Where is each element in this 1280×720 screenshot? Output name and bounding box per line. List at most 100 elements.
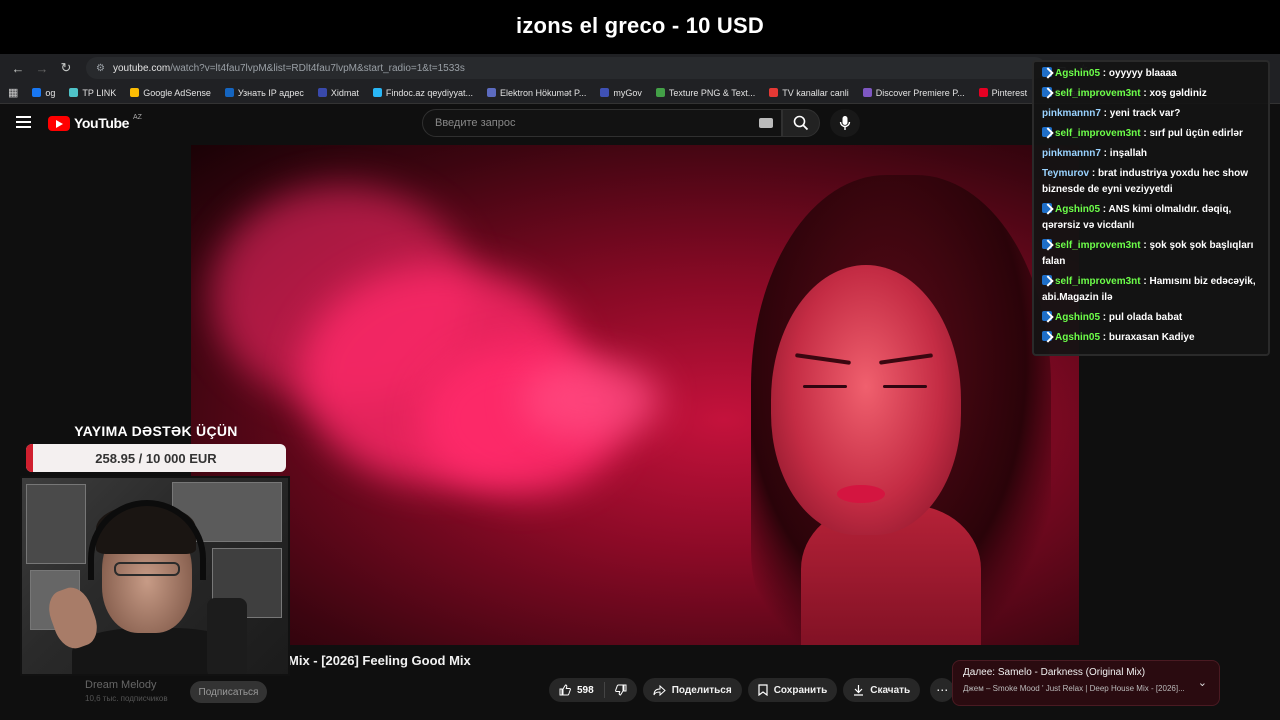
bookmark-label: Elektron Hökumət P... — [499, 87, 587, 98]
chat-separator: : — [1100, 108, 1110, 119]
chat-message: pinkmannn7 : inşallah — [1042, 146, 1260, 162]
bookmark-label: Xidmat — [330, 87, 359, 98]
bookmark-item[interactable]: Xidmat — [317, 87, 359, 98]
region-code: AZ — [133, 113, 142, 121]
chat-username: Agshin05 — [1055, 204, 1101, 215]
verified-badge-icon — [1042, 275, 1052, 285]
keyboard-icon[interactable] — [759, 118, 773, 128]
bookmark-favicon-icon — [978, 88, 988, 97]
site-info-icon[interactable]: ⚙ — [96, 63, 105, 74]
bookmark-favicon-icon — [655, 88, 665, 97]
bookmark-label: Google AdSense — [143, 87, 211, 98]
bookmark-favicon-icon — [130, 88, 140, 97]
bookmark-label: myGov — [613, 87, 642, 98]
chat-separator: : — [1100, 148, 1110, 159]
bookmark-item[interactable]: Узнать IP адрес — [224, 87, 304, 98]
webcam-overlay — [20, 476, 290, 676]
reload-icon[interactable]: ↻ — [54, 56, 78, 80]
bookmark-item[interactable]: TV kanallar canli — [769, 88, 849, 98]
donation-heading: YAYIMA DƏSTƏK ÜÇÜN — [74, 423, 238, 439]
channel-name[interactable]: Dream Melody — [85, 679, 157, 691]
search-placeholder: Введите запрос — [435, 117, 516, 129]
verified-badge-icon — [1042, 239, 1052, 249]
chat-separator: : — [1089, 168, 1098, 179]
bookmark-favicon-icon — [69, 88, 79, 97]
menu-icon[interactable] — [16, 116, 31, 128]
youtube-wordmark: YouTube — [74, 115, 130, 131]
download-button[interactable]: Скачать — [843, 678, 921, 702]
bookmark-favicon-icon — [224, 88, 234, 97]
donation-progress-text: 258.95 / 10 000 EUR — [95, 450, 217, 466]
bookmark-item[interactable]: Elektron Hökumət P... — [486, 87, 587, 98]
more-actions-icon[interactable]: ⋯ — [930, 678, 955, 702]
bookmark-item[interactable]: Pinterest — [978, 88, 1027, 98]
voice-search-button[interactable] — [830, 109, 860, 137]
bookmark-favicon-icon — [32, 88, 42, 97]
bookmark-item[interactable]: Findoc.az qeydiyyat... — [372, 87, 473, 98]
video-title: Mix - [2026] Feeling Good Mix — [288, 653, 471, 668]
chat-separator: : — [1100, 312, 1109, 323]
chat-message: Agshin05 : buraxasan Kadiye — [1042, 330, 1260, 346]
bookmark-label: Findoc.az qeydiyyat... — [385, 87, 473, 98]
chat-message: self_improvem3nt : xoş gəldiniz — [1042, 86, 1260, 102]
bookmark-item[interactable]: TP LINK — [69, 88, 116, 98]
chat-username: Agshin05 — [1055, 312, 1101, 323]
search-icon — [793, 115, 809, 131]
chat-username: pinkmannn7 — [1042, 108, 1101, 119]
chat-message: Agshin05 : pul olada babat — [1042, 310, 1260, 326]
apps-grid-icon[interactable]: ▦ — [8, 86, 18, 99]
bookmark-label: Discover Premiere P... — [875, 87, 965, 98]
bookmark-item[interactable]: Discover Premiere P... — [862, 87, 965, 98]
search-input[interactable]: Введите запрос — [422, 109, 782, 137]
download-icon — [854, 685, 864, 696]
chat-message: self_improvem3nt : sırf pul üçün edirlər — [1042, 126, 1260, 142]
chat-username: Teymurov — [1042, 168, 1090, 179]
chat-text: pul olada babat — [1108, 312, 1183, 323]
back-arrow-icon[interactable]: ← — [6, 56, 30, 80]
bookmark-favicon-icon — [769, 88, 779, 97]
verified-badge-icon — [1042, 127, 1052, 137]
microphone-shape — [207, 598, 247, 674]
microphone-icon — [839, 116, 851, 130]
video-player[interactable] — [191, 145, 1079, 645]
up-next-card[interactable]: Далее: Samelo - Darkness (Original Mix) … — [952, 660, 1220, 706]
bookmark-item[interactable]: myGov — [600, 88, 642, 98]
chat-separator: : — [1100, 68, 1109, 79]
like-dislike-group: 598 — [549, 678, 637, 702]
chevron-down-icon[interactable]: ⌄ — [1198, 676, 1207, 689]
like-button[interactable]: 598 — [549, 678, 604, 702]
verified-badge-icon — [1042, 331, 1052, 341]
bookmark-item[interactable]: Texture PNG & Text... — [655, 88, 755, 98]
chat-username: self_improvem3nt — [1055, 240, 1141, 251]
youtube-logo[interactable]: YouTube AZ — [48, 113, 142, 131]
dislike-button[interactable] — [605, 678, 637, 702]
share-label: Поделиться — [671, 684, 732, 696]
up-next-playlist: Джем – Smoke Mood ' Just Relax | Deep Ho… — [963, 684, 1185, 693]
download-label: Скачать — [870, 684, 911, 696]
eye-shape — [883, 385, 927, 388]
bookmark-item[interactable]: og — [32, 88, 55, 98]
bookmark-favicon-icon — [600, 88, 610, 97]
search-button[interactable] — [782, 109, 820, 137]
chat-username: self_improvem3nt — [1055, 88, 1141, 99]
channel-subscribers: 10,6 тыс. подписчиков — [85, 694, 168, 703]
bookmark-item[interactable]: Google AdSense — [130, 88, 211, 98]
verified-badge-icon — [1042, 67, 1052, 77]
thumbs-up-icon — [559, 684, 571, 696]
share-button[interactable]: Поделиться — [642, 678, 742, 702]
bookmark-label: Узнать IP адрес — [237, 87, 304, 98]
verified-badge-icon — [1042, 87, 1052, 97]
forward-arrow-icon[interactable]: → — [30, 56, 54, 80]
glasses-shape — [114, 562, 180, 576]
up-next-title: Далее: Samelo - Darkness (Original Mix) — [963, 667, 1146, 678]
chat-message: self_improvem3nt : Hamısını biz edəcəyik… — [1042, 274, 1260, 306]
lips-shape — [837, 485, 885, 503]
url-field[interactable]: ⚙ youtube.com/watch?v=lt4fau7lvpM&list=R… — [86, 57, 1046, 79]
save-button[interactable]: Сохранить — [747, 678, 838, 702]
chat-username: self_improvem3nt — [1055, 276, 1141, 287]
chat-username: Agshin05 — [1055, 68, 1101, 79]
chat-message: Teymurov : brat industriya yoxdu hec sho… — [1042, 166, 1260, 198]
subscribe-button[interactable]: Подписаться — [190, 681, 267, 703]
chat-username: Agshin05 — [1055, 332, 1101, 343]
chat-message: pinkmannn7 : yeni track var? — [1042, 106, 1260, 122]
